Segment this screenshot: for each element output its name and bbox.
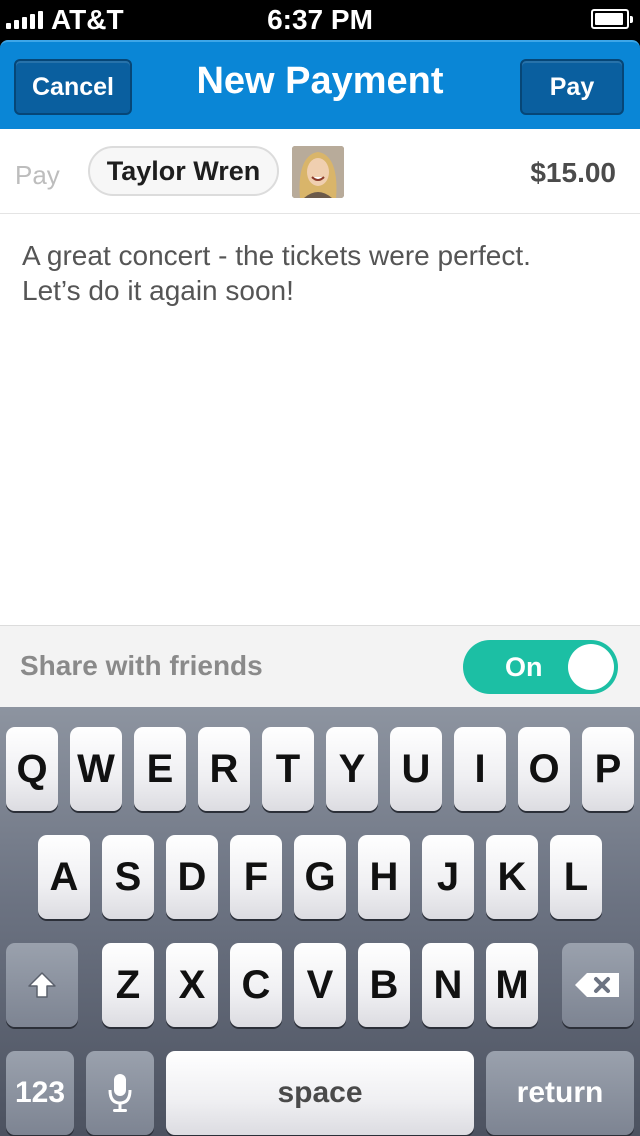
key-n[interactable]: N: [422, 943, 474, 1027]
key-p[interactable]: P: [582, 727, 634, 811]
recipient-row: Pay Taylor Wren $15.00: [0, 129, 640, 214]
share-row: Share with friends On: [0, 625, 640, 707]
key-a[interactable]: A: [38, 835, 90, 919]
key-b[interactable]: B: [358, 943, 410, 1027]
key-t[interactable]: T: [262, 727, 314, 811]
navigation-bar: Cancel New Payment Pay: [0, 40, 640, 129]
pay-button[interactable]: Pay: [520, 59, 624, 115]
key-o[interactable]: O: [518, 727, 570, 811]
delete-key[interactable]: [562, 943, 634, 1027]
toggle-knob: [568, 644, 614, 690]
key-y[interactable]: Y: [326, 727, 378, 811]
dictation-key[interactable]: [86, 1051, 154, 1135]
key-d[interactable]: D: [166, 835, 218, 919]
share-toggle[interactable]: On: [463, 640, 618, 694]
key-x[interactable]: X: [166, 943, 218, 1027]
status-time: 6:37 PM: [267, 4, 373, 35]
return-key[interactable]: return: [486, 1051, 634, 1135]
payment-amount[interactable]: $15.00: [530, 157, 616, 189]
key-m[interactable]: M: [486, 943, 538, 1027]
payment-action-label[interactable]: Pay: [15, 160, 60, 191]
numbers-key[interactable]: 123: [6, 1051, 74, 1135]
key-k[interactable]: K: [486, 835, 538, 919]
key-c[interactable]: C: [230, 943, 282, 1027]
keyboard: Q W E R T Y U I O P A S D F G H J K L Z …: [0, 707, 640, 1136]
note-text: A great concert - the tickets were perfe…: [22, 240, 531, 306]
battery-icon: [591, 9, 633, 29]
share-label: Share with friends: [20, 650, 263, 681]
microphone-icon: [108, 1074, 132, 1112]
status-bar: AT&T 6:37 PM: [0, 0, 640, 40]
space-key[interactable]: space: [166, 1051, 474, 1135]
key-e[interactable]: E: [134, 727, 186, 811]
key-i[interactable]: I: [454, 727, 506, 811]
key-l[interactable]: L: [550, 835, 602, 919]
toggle-state-label: On: [505, 652, 543, 682]
key-g[interactable]: G: [294, 835, 346, 919]
key-j[interactable]: J: [422, 835, 474, 919]
key-q[interactable]: Q: [6, 727, 58, 811]
shift-key[interactable]: [6, 943, 78, 1027]
key-u[interactable]: U: [390, 727, 442, 811]
key-r[interactable]: R: [198, 727, 250, 811]
key-f[interactable]: F: [230, 835, 282, 919]
recipient-chip[interactable]: Taylor Wren: [88, 146, 279, 196]
shift-arrow-icon: [28, 972, 56, 998]
note-textarea[interactable]: A great concert - the tickets were perfe…: [0, 214, 640, 625]
key-h[interactable]: H: [358, 835, 410, 919]
key-w[interactable]: W: [70, 727, 122, 811]
key-s[interactable]: S: [102, 835, 154, 919]
key-v[interactable]: V: [294, 943, 346, 1027]
backspace-icon: [575, 973, 619, 997]
avatar: [292, 146, 344, 198]
key-z[interactable]: Z: [102, 943, 154, 1027]
